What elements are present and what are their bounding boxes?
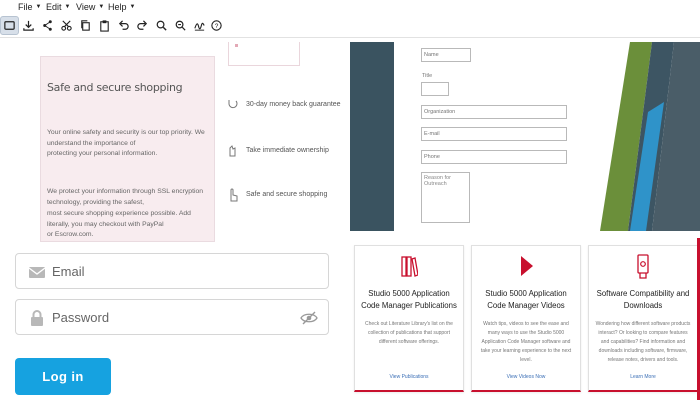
menu-view[interactable]: View ▼ xyxy=(76,2,104,12)
redo-icon[interactable] xyxy=(133,16,152,35)
card-title: Software Compatibility and Downloads xyxy=(596,289,690,310)
email-input[interactable] xyxy=(421,127,567,141)
undo-icon[interactable] xyxy=(114,16,133,35)
card-paragraph-line: or Escrow.com. xyxy=(47,231,94,238)
copy-icon[interactable] xyxy=(76,16,95,35)
resource-card-videos: Studio 5000 Application Code Manager Vid… xyxy=(471,245,581,392)
chevron-down-icon: ▼ xyxy=(129,4,136,10)
view-publications-link[interactable]: View Publications xyxy=(355,374,463,380)
menu-bar: File ▼ Edit ▼ View ▼ Help ▼ xyxy=(0,0,700,14)
menu-view-label: View xyxy=(76,2,96,12)
title-field[interactable] xyxy=(421,82,449,96)
learn-more-link[interactable]: Learn More xyxy=(589,374,697,380)
feature-label: 30-day money back guarantee xyxy=(246,100,341,108)
name-field[interactable] xyxy=(421,48,471,62)
login-button[interactable]: Log in xyxy=(15,358,111,395)
resource-card-compatibility: Software Compatibility and Downloads Won… xyxy=(588,245,698,392)
cut-icon[interactable] xyxy=(57,16,76,35)
card-description: Wondering how different software product… xyxy=(595,321,691,363)
phone-field[interactable] xyxy=(421,150,567,164)
title-label: Title xyxy=(422,73,433,79)
crop-icon[interactable] xyxy=(0,16,19,35)
menu-help[interactable]: Help ▼ xyxy=(108,2,135,12)
toolbar: ? xyxy=(0,14,700,38)
card-paragraph-line: protecting your personal information. xyxy=(47,150,158,157)
card-description: Check out Literature Library's list on t… xyxy=(365,321,453,345)
view-videos-link[interactable]: View Videos Now xyxy=(472,374,580,380)
menu-help-label: Help xyxy=(108,2,127,12)
password-placeholder: Password xyxy=(52,310,110,325)
menu-file[interactable]: File ▼ xyxy=(18,2,41,12)
envelope-icon xyxy=(28,267,46,278)
menu-edit-label: Edit xyxy=(46,2,62,12)
decorative-box xyxy=(228,42,300,66)
card-paragraph-line: We protect your information through SSL … xyxy=(47,188,204,206)
paste-icon[interactable] xyxy=(95,16,114,35)
organization-field[interactable] xyxy=(421,105,567,119)
download-icon[interactable] xyxy=(19,16,38,35)
refresh-icon xyxy=(228,100,238,109)
hand-icon xyxy=(229,145,236,157)
card-paragraph-line: most secure shopping experience possible… xyxy=(47,210,191,228)
hand-pointer-icon xyxy=(230,188,238,202)
menu-file-label: File xyxy=(18,2,33,12)
chevron-down-icon: ▼ xyxy=(64,4,71,10)
share-icon[interactable] xyxy=(38,16,57,35)
card-title: Studio 5000 Application Code Manager Pub… xyxy=(361,289,457,310)
play-icon xyxy=(521,256,533,276)
decorative-dot xyxy=(235,44,238,47)
password-field[interactable]: Password xyxy=(15,299,329,335)
card-title: Studio 5000 Application Code Manager Vid… xyxy=(485,289,567,310)
feature-money-back: 30-day money back guarantee xyxy=(226,96,341,112)
help-icon[interactable]: ? xyxy=(207,16,226,35)
zoom-in-icon[interactable] xyxy=(152,16,171,35)
feature-label: Take immediate ownership xyxy=(246,146,329,154)
svg-text:?: ? xyxy=(215,23,219,30)
email-placeholder: Email xyxy=(52,264,85,279)
lock-icon xyxy=(31,310,43,326)
secure-shopping-card: Safe and secure shopping Your online saf… xyxy=(40,56,215,242)
feature-label: Safe and secure shopping xyxy=(246,190,328,198)
eye-slash-icon[interactable] xyxy=(300,309,318,327)
menu-edit[interactable]: Edit ▼ xyxy=(46,2,70,12)
chevron-down-icon: ▼ xyxy=(35,4,42,10)
card-description: Watch tips, videos to see the ease and m… xyxy=(480,321,572,363)
zoom-out-icon[interactable] xyxy=(171,16,190,35)
chevron-down-icon: ▼ xyxy=(98,4,105,10)
card-paragraph-line: Your online safety and security is our t… xyxy=(47,129,205,147)
feature-ownership: Take immediate ownership xyxy=(226,142,329,158)
reason-textarea[interactable]: Reason for Outreach xyxy=(421,172,470,223)
slate-band xyxy=(350,42,394,231)
email-field[interactable]: Email xyxy=(15,253,329,289)
decorative-stripes xyxy=(600,42,700,231)
resource-card-publications: Studio 5000 Application Code Manager Pub… xyxy=(354,245,464,392)
books-icon xyxy=(401,256,418,277)
card-title: Safe and secure shopping xyxy=(47,81,183,94)
software-icon xyxy=(637,254,649,279)
feature-secure: Safe and secure shopping xyxy=(226,186,327,202)
